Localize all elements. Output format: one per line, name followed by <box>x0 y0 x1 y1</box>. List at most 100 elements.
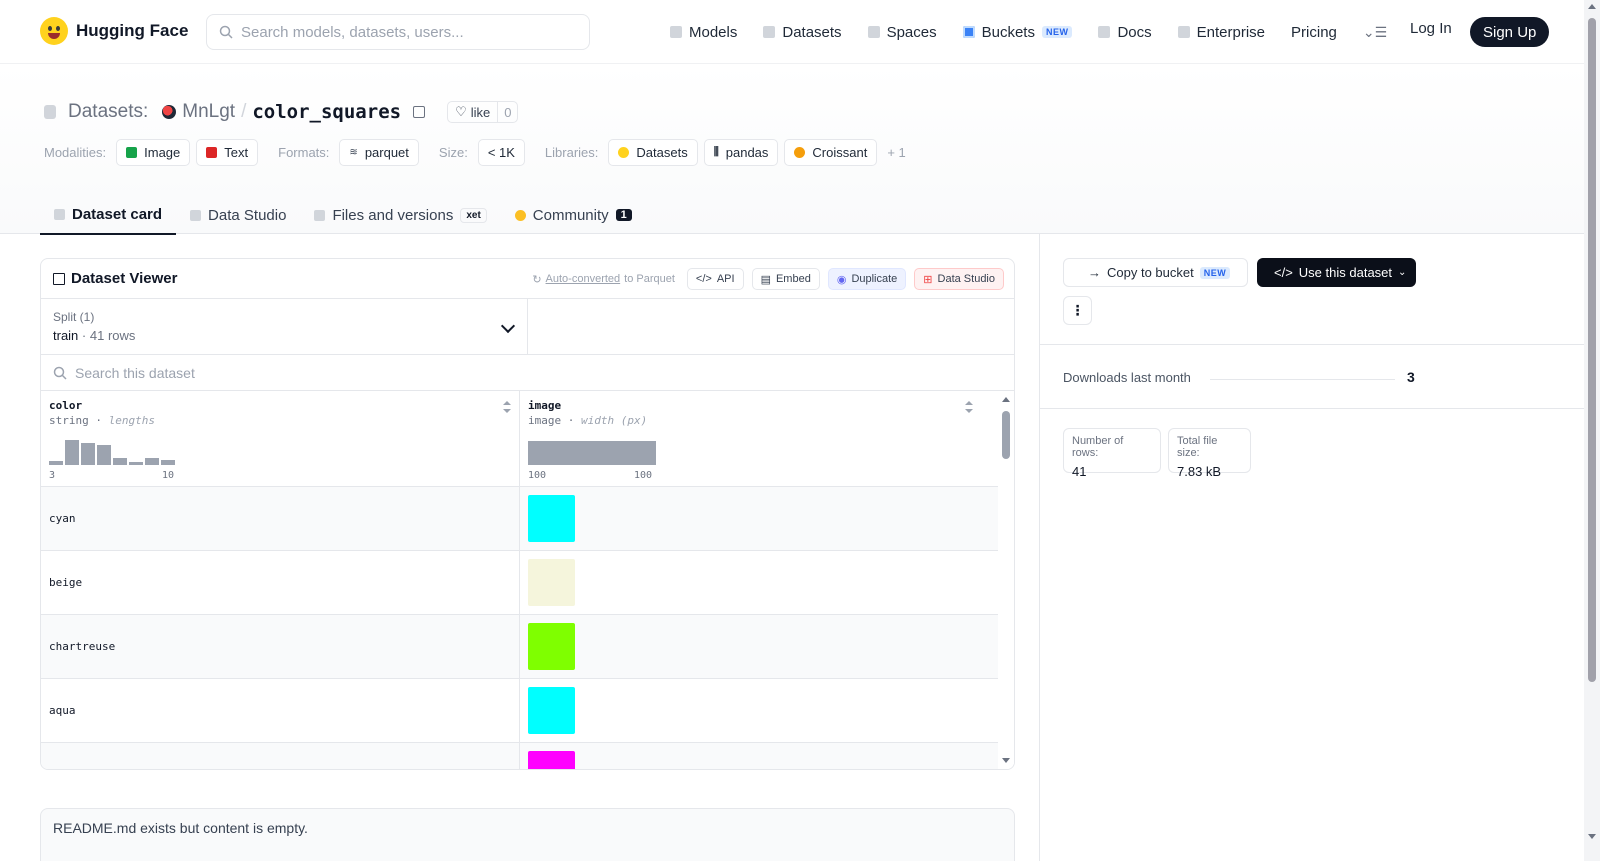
owner-link[interactable]: MnLgt <box>182 101 235 123</box>
tag-croissant[interactable]: Croissant <box>784 139 878 166</box>
use-this-dataset-button[interactable]: </> Use this dataset ⌄ <box>1257 258 1416 287</box>
use-this-dataset-label: Use this dataset <box>1298 265 1393 280</box>
embed-button[interactable]: ▤ Embed <box>751 268 820 290</box>
libraries-label: Libraries: <box>544 145 599 160</box>
copy-icon[interactable] <box>413 106 426 118</box>
cube-icon <box>54 208 65 220</box>
nav-spaces-label: Spaces <box>886 23 937 41</box>
auto-converted-link[interactable]: Auto-converted <box>546 273 621 285</box>
scroll-up-icon[interactable] <box>1588 4 1596 9</box>
tag-size-label: < 1K <box>487 145 515 160</box>
path-separator: / <box>241 101 247 122</box>
formats-label: Formats: <box>278 145 330 160</box>
copy-to-bucket-button[interactable]: → Copy to bucket NEW <box>1063 258 1248 287</box>
like-button[interactable]: ♡ like 0 <box>447 101 519 123</box>
tag-datasets[interactable]: Datasets <box>608 139 698 166</box>
tab-files-and-versions[interactable]: Files and versions xet <box>300 195 500 235</box>
scroll-thumb[interactable] <box>1002 411 1010 459</box>
brand-link[interactable]: Hugging Face <box>40 17 188 45</box>
grid-icon <box>867 26 880 38</box>
tag-size[interactable]: < 1K <box>477 139 525 166</box>
sort-icon[interactable] <box>965 401 973 413</box>
tag-text[interactable]: Text <box>196 139 259 166</box>
table-scrollbar[interactable] <box>998 391 1014 769</box>
color-swatch-image[interactable] <box>528 495 575 542</box>
table-row[interactable]: chartreuse <box>41 615 999 679</box>
column-type-label: image <box>528 414 562 427</box>
nav-buckets[interactable]: Buckets NEW <box>962 24 1073 41</box>
size-label: Size: <box>438 145 468 160</box>
modalities-label: Modalities: <box>44 145 107 160</box>
nav-datasets[interactable]: Datasets <box>763 24 842 41</box>
table-row[interactable]: beige <box>41 551 999 615</box>
column-divider <box>1039 234 1040 861</box>
column-header-image[interactable]: image image · width (px) 100 100 <box>520 391 999 487</box>
nav-pricing[interactable]: Pricing <box>1291 24 1337 41</box>
tab-community[interactable]: Community 1 <box>501 195 646 235</box>
downloads-label: Downloads last month <box>1063 370 1191 385</box>
embed-icon: ▤ <box>760 273 771 286</box>
global-search[interactable] <box>206 14 590 50</box>
duplicate-button[interactable]: ◉ Duplicate <box>827 268 907 290</box>
tag-image[interactable]: Image <box>116 139 191 166</box>
width-max: 100 <box>634 470 653 481</box>
histogram-bar[interactable] <box>81 443 95 465</box>
tag-datasets-label: Datasets <box>636 145 688 160</box>
histogram-bar[interactable] <box>65 440 79 465</box>
color-swatch-image[interactable] <box>528 751 575 769</box>
nav-pricing-label: Pricing <box>1291 23 1337 41</box>
table-row[interactable]: aqua <box>41 679 999 743</box>
color-swatch-image[interactable] <box>528 687 575 734</box>
dataset-search-input[interactable] <box>75 364 475 381</box>
table-row[interactable]: cyan <box>41 487 999 551</box>
repo-name[interactable]: color_squares <box>252 101 401 123</box>
book-icon <box>1098 26 1111 38</box>
histogram-bar[interactable] <box>129 462 143 465</box>
repo-type-link[interactable]: Datasets: <box>68 101 148 123</box>
hugging-face-icon <box>618 147 630 158</box>
nav-docs[interactable]: Docs <box>1098 24 1152 41</box>
api-button[interactable]: </> API <box>686 268 744 290</box>
tag-pandas[interactable]: ⫼ pandas <box>703 139 779 166</box>
scroll-up-icon[interactable] <box>1002 397 1010 402</box>
page-scrollbar[interactable] <box>1584 0 1600 861</box>
table-row[interactable] <box>41 743 999 769</box>
color-swatch-image[interactable] <box>528 623 575 670</box>
global-search-input[interactable] <box>241 23 571 41</box>
signup-button[interactable]: Sign Up <box>1470 17 1550 47</box>
tab-data-studio[interactable]: Data Studio <box>176 195 300 235</box>
sort-icon[interactable] <box>503 401 511 413</box>
histogram-bar[interactable] <box>49 461 63 465</box>
color-swatch-image[interactable] <box>528 559 575 606</box>
histogram-bar[interactable] <box>113 458 127 465</box>
tag-parquet[interactable]: ≋ parquet <box>339 139 419 166</box>
more-menu-icon[interactable]: ⌄☰ <box>1363 24 1387 41</box>
column-header-color[interactable]: color string · lengths 3 10 <box>41 391 520 487</box>
data-table: color string · lengths 3 10 image image ·… <box>41 391 1014 769</box>
nav-models[interactable]: Models <box>670 24 737 41</box>
tab-dataset-card[interactable]: Dataset card <box>40 195 177 235</box>
main-nav: Models Datasets Spaces Buckets NEW Docs E… <box>670 18 1413 46</box>
login-link[interactable]: Log In <box>1410 20 1452 37</box>
more-options-icon[interactable]: ⋮ <box>1063 296 1092 325</box>
histogram-bar[interactable] <box>145 458 159 465</box>
arrow-right-icon: → <box>1088 265 1101 280</box>
nav-spaces[interactable]: Spaces <box>867 23 937 41</box>
dataset-actions: → Copy to bucket NEW </> Use this dataset ⌄ <box>1063 258 1416 287</box>
histogram-bar[interactable] <box>161 460 175 465</box>
histogram-bar[interactable] <box>97 445 111 465</box>
dataset-search[interactable] <box>41 355 1014 391</box>
owner-avatar <box>162 105 177 119</box>
more-tags-link[interactable]: + 1 <box>887 145 905 160</box>
split-select[interactable]: Split (1) train · 41 rows <box>41 299 528 354</box>
nav-enterprise[interactable]: Enterprise <box>1177 24 1265 41</box>
auto-converted-note: ↻ Auto-converted to Parquet <box>532 273 675 286</box>
scroll-down-icon[interactable] <box>1588 834 1596 839</box>
pandas-icon: ⫼ <box>713 146 719 158</box>
scroll-down-icon[interactable] <box>1002 758 1010 763</box>
table-rows: cyan beige chartreuse aqua <box>41 487 999 769</box>
stat-value: 41 <box>1072 464 1087 479</box>
data-studio-button[interactable]: ⊞ Data Studio <box>914 268 1004 290</box>
scroll-thumb[interactable] <box>1588 18 1596 682</box>
files-icon <box>314 209 326 221</box>
